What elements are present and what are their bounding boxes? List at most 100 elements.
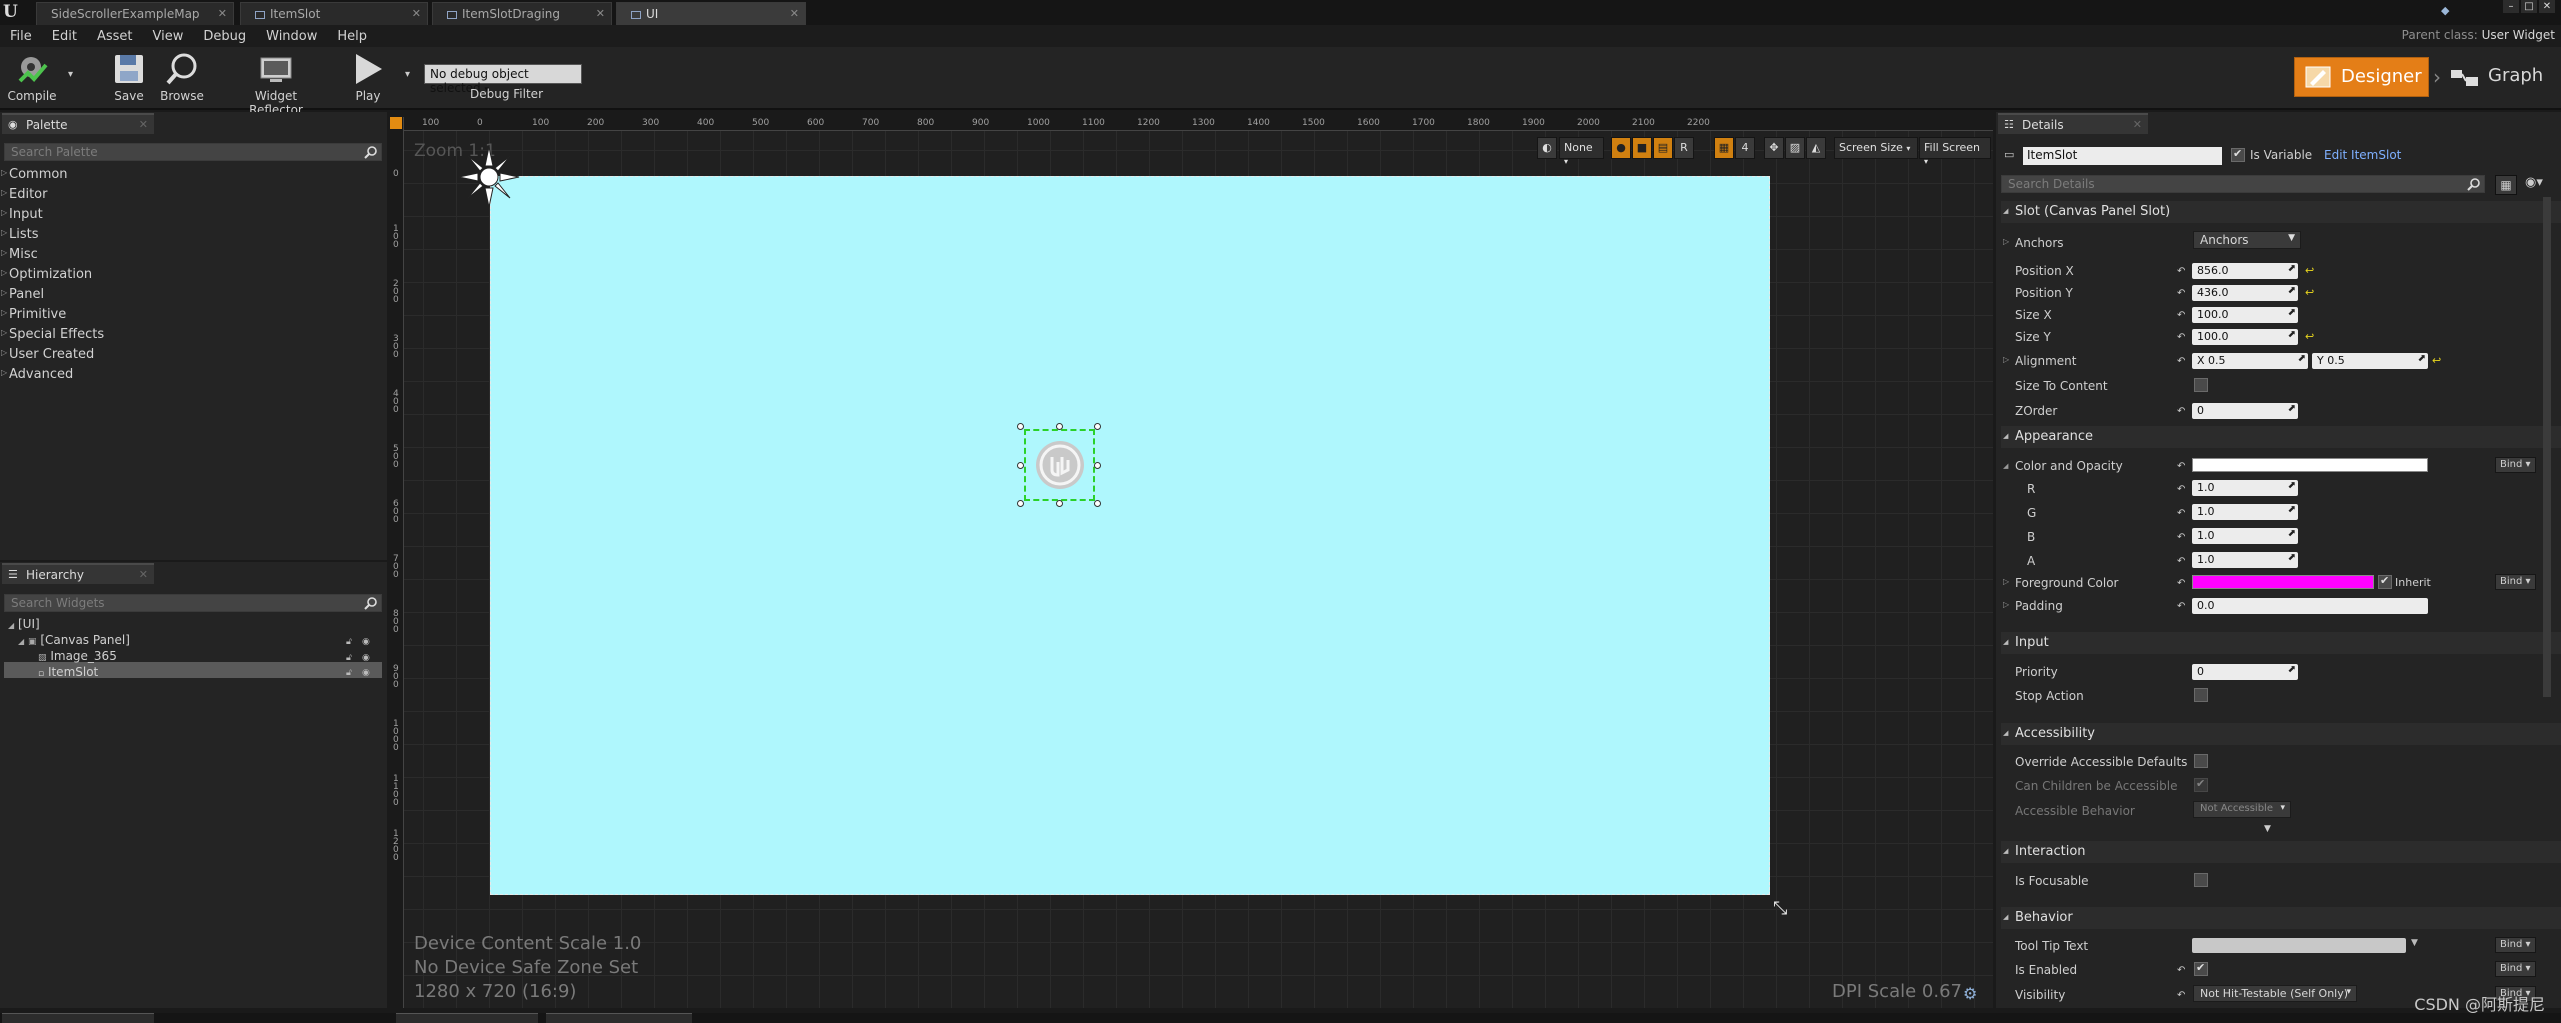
section-accessibility[interactable]: Accessibility — [2001, 723, 2561, 745]
dpi-settings-gear-icon[interactable]: ⚙ — [1963, 984, 1977, 1003]
reset-to-default-icon[interactable]: ↩ — [2432, 354, 2441, 367]
stop-action-checkbox[interactable] — [2194, 688, 2208, 702]
resize-handle-t[interactable] — [1056, 423, 1063, 430]
inherit-checkbox[interactable] — [2378, 574, 2392, 589]
designer-mode-button[interactable]: Designer — [2294, 57, 2429, 97]
flip-icon[interactable]: ◭ — [1806, 137, 1826, 159]
close-icon[interactable]: ✕ — [790, 7, 799, 20]
fill-screen-dropdown[interactable]: Fill Screen ▾ — [1919, 137, 1991, 166]
respect-locks-icon[interactable]: ● — [1611, 137, 1631, 159]
palette-category-misc[interactable]: Misc — [1, 247, 38, 262]
view-options-eye-icon[interactable]: ◉▾ — [2525, 175, 2551, 195]
hierarchy-search-input[interactable]: Search Widgets — [4, 594, 382, 612]
tooltip-expand-icon[interactable]: ▼ — [2411, 938, 2418, 948]
compile-button[interactable]: Compile — [2, 47, 62, 107]
reset-arrow-icon[interactable]: ↶ — [2177, 332, 2185, 343]
notification-icon[interactable]: ◆ — [2441, 4, 2457, 17]
section-input[interactable]: Input — [2001, 632, 2561, 654]
canvas-anchor-icon[interactable] — [456, 144, 522, 210]
bind-button[interactable]: Bind ▾ — [2495, 457, 2536, 473]
image-preview-icon[interactable]: ▨ — [1785, 137, 1805, 159]
save-button[interactable]: Save — [104, 47, 154, 107]
reset-arrow-icon[interactable]: ↶ — [2177, 484, 2185, 495]
resize-handle-bl[interactable] — [1017, 500, 1024, 507]
palette-category-primitive[interactable]: Primitive — [1, 307, 66, 322]
localization-preview-icon[interactable]: ◐ — [1537, 137, 1557, 159]
palette-category-advanced[interactable]: Advanced — [1, 367, 73, 382]
details-tab[interactable]: ☷ Details ✕ — [1998, 113, 2148, 134]
r-toggle-button[interactable]: R — [1674, 137, 1694, 159]
details-search-input[interactable]: Search Details — [2001, 175, 2485, 193]
padding-label[interactable]: Padding — [2003, 599, 2063, 613]
priority-field[interactable]: 0 ⬈ — [2192, 664, 2298, 680]
resize-handle-tr[interactable] — [1094, 423, 1101, 430]
palette-tab[interactable]: ◉ Palette ✕ — [2, 113, 154, 134]
screen-size-dropdown[interactable]: Screen Size ▾ — [1834, 137, 1918, 159]
color-a-field[interactable]: 1.0 ⬈ — [2192, 552, 2298, 568]
resize-handle-b[interactable] — [1056, 500, 1063, 507]
reset-arrow-icon[interactable]: ↶ — [2177, 406, 2185, 417]
size-to-content-checkbox[interactable] — [2194, 378, 2208, 392]
outline-toggle-icon[interactable]: ▤ — [1653, 137, 1673, 159]
maximize-icon[interactable]: □ — [2521, 0, 2537, 13]
menu-view[interactable]: View — [143, 29, 194, 44]
position-y-field[interactable]: 436.0 ⬈ — [2192, 285, 2298, 301]
browse-button[interactable]: Browse — [156, 47, 208, 107]
bottom-tab-left[interactable] — [2, 1013, 154, 1023]
tab-itemslot[interactable]: ItemSlot ✕ — [240, 2, 428, 25]
anchors-label[interactable]: Anchors — [2003, 236, 2063, 250]
widget-name-input[interactable]: ItemSlot — [2023, 147, 2222, 165]
palette-category-special-effects[interactable]: Special Effects — [1, 327, 104, 342]
reset-arrow-icon[interactable]: ↶ — [2177, 461, 2185, 472]
zorder-field[interactable]: 0 ⬈ — [2192, 403, 2298, 419]
resize-handle-br[interactable] — [1094, 500, 1101, 507]
property-matrix-icon[interactable]: ▦ — [2495, 175, 2517, 195]
close-icon[interactable]: ✕ — [218, 7, 227, 20]
is-variable-checkbox[interactable] — [2231, 147, 2245, 162]
hierarchy-item-itemslot[interactable]: ▫ ItemSlot — [38, 665, 98, 679]
foreground-color-swatch[interactable] — [2192, 575, 2374, 589]
reset-arrow-icon[interactable]: ↶ — [2177, 266, 2185, 277]
transform-icon[interactable]: ✥ — [1764, 137, 1784, 159]
close-icon[interactable]: ✕ — [2133, 118, 2142, 131]
color-and-opacity-label[interactable]: Color and Opacity — [2003, 459, 2123, 473]
palette-category-common[interactable]: Common — [1, 167, 68, 182]
debug-object-select[interactable]: No debug object selected ▾ — [424, 64, 582, 95]
reset-arrow-icon[interactable]: ↶ — [2177, 356, 2185, 367]
reset-to-default-icon[interactable]: ↩ — [2305, 330, 2314, 343]
menu-edit[interactable]: Edit — [42, 29, 87, 44]
eye-icon[interactable]: ◉ — [362, 669, 372, 678]
itemslot-widget[interactable] — [1024, 429, 1095, 501]
lock-icon[interactable]: 🔓︎ — [346, 638, 356, 647]
close-icon[interactable]: ✕ — [412, 7, 421, 20]
position-x-field[interactable]: 856.0 ⬈ — [2192, 263, 2298, 279]
reset-arrow-icon[interactable]: ↶ — [2177, 965, 2185, 976]
bottom-tab-compiler[interactable] — [546, 1013, 692, 1023]
menu-asset[interactable]: Asset — [87, 29, 143, 44]
reset-to-default-icon[interactable]: ↩ — [2305, 286, 2314, 299]
reset-arrow-icon[interactable]: ↶ — [2177, 310, 2185, 321]
canvas-resize-icon[interactable]: ⤡ — [1773, 898, 1787, 919]
visibility-dropdown[interactable]: Not Hit-Testable (Self Only) ▾ — [2193, 985, 2357, 1002]
menu-help[interactable]: Help — [327, 29, 377, 44]
palette-category-input[interactable]: Input — [1, 207, 43, 222]
bind-button[interactable]: Bind ▾ — [2495, 937, 2536, 953]
alignment-y-field[interactable]: Y 0.5 ⬈ — [2312, 353, 2428, 369]
hierarchy-tab[interactable]: ☰ Hierarchy ✕ — [2, 563, 154, 584]
bottom-tab-animations[interactable] — [396, 1013, 538, 1023]
anchors-dropdown[interactable]: Anchors ▼ — [2193, 231, 2301, 249]
resize-handle-l[interactable] — [1017, 462, 1024, 469]
widget-canvas[interactable] — [490, 176, 1770, 895]
tooltip-text-input[interactable] — [2192, 938, 2406, 953]
eye-icon[interactable]: ◉ — [362, 654, 372, 663]
section-appearance[interactable]: Appearance — [2001, 426, 2561, 448]
close-window-icon[interactable]: ✕ — [2539, 0, 2555, 13]
foreground-color-label[interactable]: Foreground Color — [2003, 576, 2119, 590]
eye-icon[interactable]: ◉ — [362, 638, 372, 647]
play-options-chevron-icon[interactable]: ▾ — [405, 69, 410, 80]
widget-reflector-button[interactable]: Widget Reflector — [228, 47, 324, 117]
grid-size-button[interactable]: 4 — [1735, 137, 1755, 159]
hierarchy-item-image[interactable]: ▧ Image_365 — [38, 649, 117, 663]
close-icon[interactable]: ✕ — [139, 118, 148, 131]
override-accessible-checkbox[interactable] — [2194, 754, 2208, 768]
